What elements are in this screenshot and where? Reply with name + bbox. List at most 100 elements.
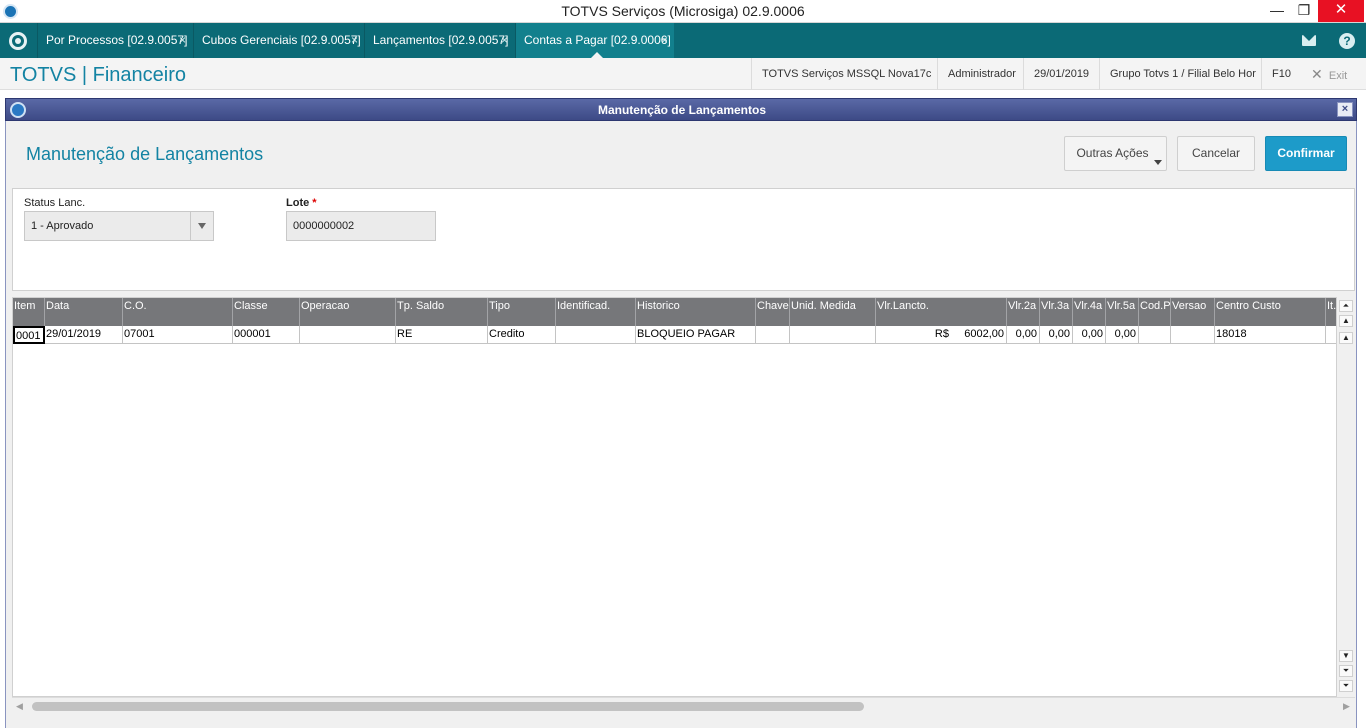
- minimize-button[interactable]: —: [1266, 0, 1288, 22]
- status-value: 1 - Aprovado: [31, 220, 94, 232]
- scroll-down-icon[interactable]: ▼: [1339, 650, 1353, 662]
- tab-bar: Por Processos [02.9.0057] × Cubos Gerenc…: [0, 23, 1366, 59]
- cell-versao[interactable]: [1171, 326, 1215, 344]
- app-header: TOTVS | Financeiro TOTVS Serviços MSSQL …: [0, 58, 1366, 90]
- cell-chave[interactable]: [756, 326, 790, 344]
- cell-identificad[interactable]: [556, 326, 636, 344]
- cell-operacao[interactable]: [300, 326, 396, 344]
- col-data[interactable]: Data: [45, 298, 123, 326]
- exit-button[interactable]: ✕ Exit: [1311, 58, 1347, 90]
- tab-por-processos[interactable]: Por Processos [02.9.0057] ×: [37, 23, 192, 58]
- col-operacao[interactable]: Operacao: [300, 298, 396, 326]
- tab-cubos-gerenciais[interactable]: Cubos Gerenciais [02.9.0057] ×: [193, 23, 364, 58]
- entries-grid: Item Data C.O. Classe Operacao Tp. Saldo…: [12, 297, 1337, 697]
- required-marker: *: [312, 197, 317, 209]
- f10-shortcut[interactable]: F10: [1261, 58, 1301, 90]
- tab-close-icon[interactable]: ×: [661, 23, 668, 58]
- cell-item[interactable]: 0001: [13, 326, 45, 344]
- table-row[interactable]: 0001 29/01/2019 07001 000001 RE Credito …: [13, 326, 1336, 344]
- col-identificad[interactable]: Identificad.: [556, 298, 636, 326]
- dialog-titlebar: Manutenção de Lançamentos ×: [5, 98, 1357, 121]
- lote-input[interactable]: 0000000002: [286, 211, 436, 241]
- col-vlr-4a[interactable]: Vlr.4a: [1073, 298, 1106, 326]
- home-icon[interactable]: [9, 32, 27, 50]
- tab-close-icon[interactable]: ×: [179, 23, 186, 58]
- lote-label: Lote: [286, 197, 310, 209]
- col-versao[interactable]: Versao: [1171, 298, 1215, 326]
- cell-vlr-5a[interactable]: 0,00: [1106, 326, 1139, 344]
- scroll-bottom-icon[interactable]: ⏷: [1339, 680, 1353, 692]
- scroll-page-down-icon[interactable]: ⏷: [1339, 665, 1353, 677]
- cell-it-c[interactable]: [1326, 326, 1336, 344]
- tab-close-icon[interactable]: ×: [351, 23, 358, 58]
- col-vlr-lancto[interactable]: Vlr.Lancto.: [876, 298, 1007, 326]
- cell-vlr-2a[interactable]: 0,00: [1007, 326, 1040, 344]
- col-chave[interactable]: Chave: [756, 298, 790, 326]
- lote-label-group: Lote *: [286, 197, 317, 209]
- branch-info[interactable]: Grupo Totvs 1 / Filial Belo Hor: [1099, 58, 1261, 90]
- page-title: Manutenção de Lançamentos: [26, 144, 264, 164]
- cell-data[interactable]: 29/01/2019: [45, 326, 123, 344]
- cell-co[interactable]: 07001: [123, 326, 233, 344]
- window-close-button[interactable]: ✕: [1318, 0, 1364, 22]
- col-classe[interactable]: Classe: [233, 298, 300, 326]
- col-tipo[interactable]: Tipo: [488, 298, 556, 326]
- confirm-button[interactable]: Confirmar: [1265, 136, 1347, 171]
- tab-label: Cubos Gerenciais [02.9.0057]: [202, 33, 361, 47]
- tab-label: Por Processos [02.9.0057]: [46, 33, 188, 47]
- status-label: Status Lanc.: [24, 197, 86, 209]
- scroll-right-icon[interactable]: ▶: [1343, 701, 1350, 712]
- tab-contas-a-pagar[interactable]: Contas a Pagar [02.9.0006] ×: [515, 23, 674, 59]
- help-icon[interactable]: ?: [1339, 33, 1355, 49]
- vertical-scrollbar[interactable]: ⏶ ▲ ▲ ▼ ⏷ ⏷: [1338, 297, 1355, 697]
- close-icon: ✕: [1311, 66, 1323, 82]
- environment-info: TOTVS Serviços MSSQL Nova17c: [751, 58, 937, 90]
- dialog-title: Manutenção de Lançamentos: [597, 103, 767, 117]
- window-titlebar: TOTVS Serviços (Microsiga) 02.9.0006 — ❐…: [0, 0, 1366, 23]
- cell-cod-pl[interactable]: [1139, 326, 1171, 344]
- col-co[interactable]: C.O.: [123, 298, 233, 326]
- grid-header: Item Data C.O. Classe Operacao Tp. Saldo…: [13, 298, 1336, 326]
- horizontal-scrollbar[interactable]: ◀ ▶: [12, 697, 1355, 714]
- cell-tp-saldo[interactable]: RE: [396, 326, 488, 344]
- cell-historico[interactable]: BLOQUEIO PAGAR: [636, 326, 756, 344]
- tab-label: Lançamentos [02.9.0057]: [373, 33, 509, 47]
- cell-centro-custo[interactable]: 18018: [1215, 326, 1326, 344]
- mail-icon[interactable]: [1302, 35, 1316, 46]
- tab-label: Contas a Pagar [02.9.0006]: [524, 33, 671, 47]
- col-historico[interactable]: Historico: [636, 298, 756, 326]
- col-unid-medida[interactable]: Unid. Medida: [790, 298, 876, 326]
- window-title: TOTVS Serviços (Microsiga) 02.9.0006: [561, 3, 805, 19]
- tab-lancamentos[interactable]: Lançamentos [02.9.0057] ×: [364, 23, 514, 58]
- cell-tipo[interactable]: Credito: [488, 326, 556, 344]
- scroll-left-icon[interactable]: ◀: [16, 701, 23, 712]
- other-actions-label: Outras Ações: [1076, 146, 1149, 160]
- cell-vlr-lancto[interactable]: R$ 6002,00: [876, 326, 1007, 344]
- col-item[interactable]: Item: [13, 298, 45, 326]
- tab-close-icon[interactable]: ×: [501, 23, 508, 58]
- dropdown-arrow-icon[interactable]: [190, 212, 213, 240]
- cell-vlr-4a[interactable]: 0,00: [1073, 326, 1106, 344]
- user-info: Administrador: [937, 58, 1023, 90]
- chevron-down-icon: [1154, 160, 1162, 165]
- horizontal-scroll-thumb[interactable]: [32, 702, 864, 711]
- col-vlr-5a[interactable]: Vlr.5a: [1106, 298, 1139, 326]
- restore-button[interactable]: ❐: [1293, 0, 1315, 22]
- col-centro-custo[interactable]: Centro Custo: [1215, 298, 1326, 326]
- cell-unid-medida[interactable]: [790, 326, 876, 344]
- other-actions-button[interactable]: Outras Ações: [1064, 136, 1167, 171]
- scroll-top-icon[interactable]: ⏶: [1339, 300, 1353, 312]
- cell-classe[interactable]: 000001: [233, 326, 300, 344]
- col-cod-pl[interactable]: Cod.Pl: [1139, 298, 1171, 326]
- col-it-c[interactable]: It.C: [1326, 298, 1336, 326]
- col-vlr-2a[interactable]: Vlr.2a: [1007, 298, 1040, 326]
- col-tp-saldo[interactable]: Tp. Saldo: [396, 298, 488, 326]
- cancel-button[interactable]: Cancelar: [1177, 136, 1255, 171]
- cell-vlr-3a[interactable]: 0,00: [1040, 326, 1073, 344]
- dialog-close-button[interactable]: ×: [1337, 102, 1353, 117]
- scroll-up-icon[interactable]: ▲: [1339, 332, 1353, 344]
- status-select[interactable]: 1 - Aprovado: [24, 211, 214, 241]
- scroll-page-up-icon[interactable]: ▲: [1339, 315, 1353, 327]
- exit-label: Exit: [1328, 70, 1348, 82]
- col-vlr-3a[interactable]: Vlr.3a: [1040, 298, 1073, 326]
